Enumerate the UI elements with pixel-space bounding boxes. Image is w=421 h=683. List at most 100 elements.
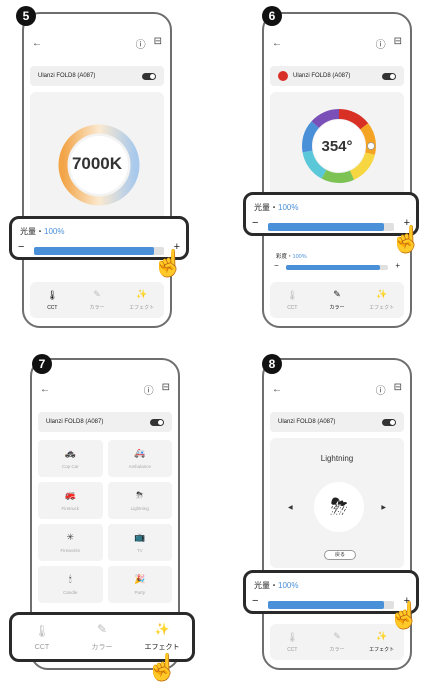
brightness-value: 100% — [278, 203, 299, 212]
info-icon[interactable]: ⓘ — [136, 36, 146, 51]
tab-cct[interactable]: 🌡 CCT — [12, 615, 72, 659]
tab-color[interactable]: ✎ カラー — [75, 282, 120, 318]
info-icon[interactable]: ⓘ — [144, 382, 154, 397]
brush-icon: ✎ — [333, 289, 341, 299]
power-toggle[interactable] — [382, 418, 396, 426]
effect-label: Ambulance — [128, 464, 151, 469]
top-bar: ← ⓘ ⊟ — [272, 36, 402, 51]
menu-icon[interactable]: ⊟ — [162, 382, 170, 397]
menu-icon[interactable]: ⊟ — [154, 36, 162, 51]
hue-value: 354° — [321, 138, 353, 155]
tab-color[interactable]: ✎ カラー — [72, 615, 132, 659]
back-icon[interactable]: ← — [32, 38, 42, 49]
tab-label: CCT — [287, 304, 298, 311]
back-icon[interactable]: ← — [272, 384, 282, 395]
tab-label: CCT — [34, 643, 50, 651]
tab-label: カラー — [329, 305, 345, 311]
tab-color[interactable]: ✎ カラー — [315, 624, 360, 660]
power-toggle[interactable] — [142, 72, 156, 80]
brightness-fill — [34, 247, 154, 255]
tab-effect[interactable]: ✨ エフェクト — [119, 282, 164, 318]
brightness-slider[interactable] — [268, 601, 394, 609]
brightness-value: 100% — [44, 227, 65, 236]
saturation-plus-button[interactable]: + — [395, 261, 400, 270]
effect-party[interactable]: 🎉 Party — [107, 566, 172, 603]
thermometer-icon: 🌡 — [286, 289, 299, 300]
saturation-slider[interactable] — [286, 265, 388, 270]
top-bar: ← ⓘ ⊟ — [272, 382, 402, 397]
pointing-hand-icon: ☝ — [390, 224, 421, 254]
lightning-icon: ⛈ — [330, 494, 348, 519]
brightness-minus-button[interactable]: − — [252, 217, 258, 229]
magic-wand-icon: ✨ — [154, 622, 170, 636]
effect-ambulance[interactable]: 🚑 Ambulance — [107, 440, 172, 477]
candle-icon: 🕯 — [68, 574, 72, 584]
pointing-hand-icon: ☝ — [388, 600, 421, 630]
brightness-minus-button[interactable]: − — [252, 595, 258, 607]
brush-icon: ✎ — [333, 631, 341, 641]
top-bar: ← ⓘ ⊟ — [32, 36, 162, 51]
next-effect-icon[interactable]: ▶ — [381, 504, 386, 511]
magic-wand-icon: ✨ — [136, 289, 148, 299]
device-name: Ulanzi FOLD8 (A087) — [278, 419, 336, 425]
color-indicator — [278, 71, 288, 81]
mode-tabs: 🌡 CCT ✎ カラー ✨ エフェクト — [270, 282, 404, 318]
brightness-minus-button[interactable]: − — [18, 241, 24, 253]
cct-value: 7000K — [71, 154, 123, 173]
brightness-slider[interactable] — [268, 223, 394, 231]
device-name: Ulanzi FOLD8 (A087) — [38, 73, 96, 79]
step-number-6: 6 — [262, 6, 282, 26]
effect-label: Lightning — [130, 506, 149, 511]
device-bar: Ulanzi FOLD8 (A087) — [270, 412, 404, 432]
effect-cop-car[interactable]: 🚓 Cop Car — [38, 440, 103, 477]
brightness-label: 光量・100% — [254, 581, 299, 590]
info-icon[interactable]: ⓘ — [376, 382, 386, 397]
device-bar: Ulanzi FOLD8 (A087) — [270, 66, 404, 86]
previous-effect-icon[interactable]: ◀ — [288, 504, 293, 511]
thermometer-icon: 🌡 — [46, 289, 59, 300]
menu-icon[interactable]: ⊟ — [394, 382, 402, 397]
info-icon[interactable]: ⓘ — [376, 36, 386, 51]
tab-label: カラー — [91, 644, 113, 651]
step-number-8: 8 — [262, 354, 282, 374]
magic-wand-icon: ✨ — [376, 631, 388, 641]
menu-icon[interactable]: ⊟ — [394, 36, 402, 51]
device-bar: Ulanzi FOLD8 (A087) — [30, 66, 164, 86]
effect-firetruck[interactable]: 🚒 Firetruck — [38, 482, 103, 519]
effect-candle[interactable]: 🕯 Candle — [38, 566, 103, 603]
ambulance-icon: 🚑 — [134, 448, 146, 458]
effect-preview: ⛈ — [314, 482, 364, 532]
brightness-value: 100% — [278, 581, 299, 590]
step-number-7: 7 — [32, 354, 52, 374]
effect-lightning[interactable]: ⛈ Lightning — [107, 482, 172, 519]
brightness-label: 光量・100% — [254, 203, 299, 212]
tab-effect[interactable]: ✨ エフェクト — [359, 282, 404, 318]
effect-fireworks[interactable]: ✳ Fireworks — [38, 524, 103, 561]
pointing-hand-icon: ☝ — [152, 248, 185, 278]
back-icon[interactable]: ← — [40, 384, 50, 395]
saturation-minus-button[interactable]: − — [274, 261, 279, 270]
effects-grid: 🚓 Cop Car 🚑 Ambulance 🚒 Firetruck ⛈ Lightnin… — [38, 440, 172, 603]
power-toggle[interactable] — [150, 418, 164, 426]
thermometer-icon: 🌡 — [34, 623, 50, 638]
tab-label: エフェクト — [369, 305, 395, 311]
effect-label: Cop Car — [61, 464, 79, 469]
tab-cct[interactable]: 🌡 CCT — [270, 282, 315, 318]
party-icon: 🎉 — [134, 574, 146, 584]
step-number-5: 5 — [16, 6, 36, 26]
saturation-fill — [286, 265, 380, 270]
tab-label: エフェクト — [369, 647, 395, 653]
effect-panel: Lightning ◀ ⛈ ▶ 戻る — [270, 438, 404, 568]
tab-cct[interactable]: 🌡 CCT — [30, 282, 75, 318]
back-button[interactable]: 戻る — [324, 550, 356, 560]
effect-label: Fireworks — [60, 548, 80, 553]
back-icon[interactable]: ← — [272, 38, 282, 49]
power-toggle[interactable] — [382, 72, 396, 80]
device-name: Ulanzi FOLD8 (A087) — [293, 73, 351, 79]
tab-color[interactable]: ✎ カラー — [315, 282, 360, 318]
brightness-slider[interactable] — [34, 247, 164, 255]
effect-tv[interactable]: 📺 TV — [107, 524, 172, 561]
lightning-icon: ⛈ — [136, 490, 144, 500]
phone-screen-6: ← ⓘ ⊟ Ulanzi FOLD8 (A087) 354° 彩度・100% −… — [262, 12, 412, 328]
tab-cct[interactable]: 🌡 CCT — [270, 624, 315, 660]
